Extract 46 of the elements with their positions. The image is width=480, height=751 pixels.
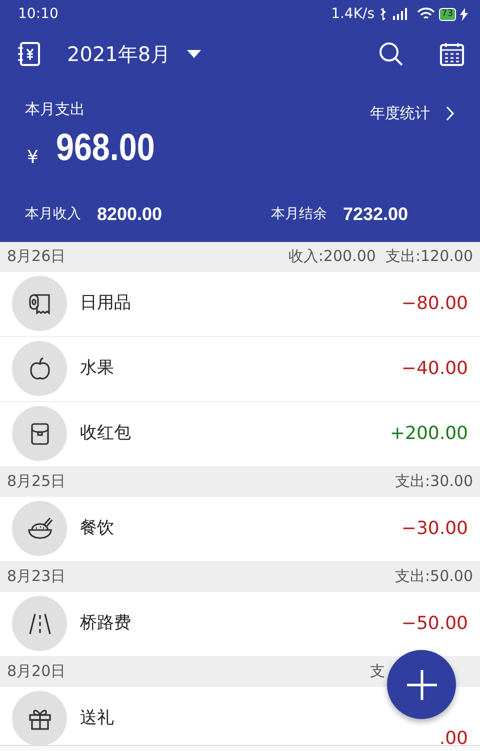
calendar-icon[interactable]	[440, 42, 464, 66]
expense-amount: 968.00	[56, 126, 156, 170]
date-header: 8月20日	[7, 661, 66, 682]
search-icon[interactable]	[378, 41, 404, 67]
transaction-amount: .00	[439, 728, 468, 748]
transaction-row[interactable]: 餐饮 −30.00	[0, 496, 480, 562]
balance-label: 本月结余	[271, 204, 327, 224]
network-speed: 1.4K/s	[331, 4, 375, 24]
transaction-amount: −80.00	[401, 292, 468, 316]
date-header: 8月26日	[7, 246, 66, 268]
caret-icon	[186, 50, 201, 58]
charging-icon	[460, 8, 468, 20]
category-name: 餐饮	[80, 516, 114, 540]
day-totals: 支出:30.00	[395, 471, 473, 492]
transaction-row[interactable]: 收红包 +200.00	[0, 402, 480, 466]
plus-icon	[406, 670, 436, 700]
transaction-amount: −50.00	[401, 612, 468, 636]
category-name: 桥路费	[80, 612, 131, 635]
bowl-icon	[26, 516, 52, 542]
category-name: 送礼	[80, 706, 114, 730]
transaction-amount: +200.00	[390, 422, 468, 446]
month-dropdown[interactable]: 2021年8月	[66, 38, 202, 70]
clock: 10:10	[18, 4, 58, 24]
income-label: 本月收入	[25, 204, 81, 224]
category-name: 水果	[80, 356, 114, 380]
day-totals: 支出:50.00	[395, 566, 473, 588]
chevron-right-icon	[446, 106, 455, 121]
yearly-stats-link[interactable]: 年度统计	[370, 102, 455, 124]
income-amount: 8200.00	[97, 202, 162, 226]
day-totals: 支	[370, 661, 385, 682]
wifi-icon	[416, 7, 435, 21]
balance-amount: 7232.00	[343, 202, 408, 226]
add-button[interactable]	[387, 650, 456, 719]
ledger-icon[interactable]	[16, 41, 42, 67]
date-header: 8月25日	[7, 471, 66, 492]
category-name: 收红包	[80, 422, 131, 445]
transaction-row[interactable]: 水果 −40.00	[0, 336, 480, 402]
battery-icon: 73	[438, 8, 456, 20]
category-name: 日用品	[80, 292, 131, 315]
expense-label: 本月支出	[25, 99, 85, 120]
transaction-amount: −30.00	[401, 517, 468, 541]
transaction-amount: −40.00	[401, 357, 468, 381]
currency-symbol: ¥	[27, 146, 38, 170]
day-totals: 收入:200.00 支出:120.00	[288, 246, 473, 268]
date-header: 8月23日	[7, 566, 66, 588]
transaction-row[interactable]: 日用品 −80.00	[0, 272, 480, 336]
